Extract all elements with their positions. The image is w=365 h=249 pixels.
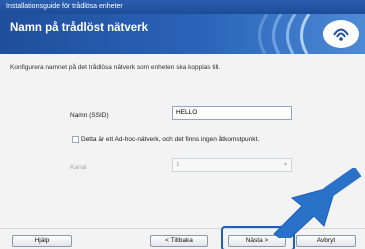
adhoc-checkbox[interactable] (72, 136, 79, 143)
window-titlebar: Installationsguide för trådlösa enheter (0, 0, 365, 14)
installer-window: Installationsguide för trådlösa enheter … (0, 0, 365, 249)
page-description: Konfigurera namnet på det trådlösa nätve… (10, 64, 221, 71)
help-button[interactable]: Hjälp (12, 235, 72, 247)
window-title: Installationsguide för trådlösa enheter (6, 3, 123, 10)
wifi-signal-icon (258, 14, 359, 54)
adhoc-checkbox-label: Detta är ett Ad-hoc-nätverk, och det fin… (81, 136, 260, 143)
ssid-label: Namn (SSID) (70, 112, 109, 119)
back-button[interactable]: < Tillbaka (150, 235, 208, 247)
channel-select-value: 1 (176, 161, 180, 168)
adhoc-checkbox-row[interactable]: Detta är ett Ad-hoc-nätverk, och det fin… (72, 136, 259, 143)
channel-label: Kanal (70, 164, 87, 171)
page-header: Namn på trådlöst nätverk (0, 14, 365, 54)
ssid-input[interactable]: HELLO (172, 106, 292, 120)
page-title: Namn på trådlöst nätverk (10, 22, 149, 34)
pointer-arrow-icon (273, 168, 362, 238)
